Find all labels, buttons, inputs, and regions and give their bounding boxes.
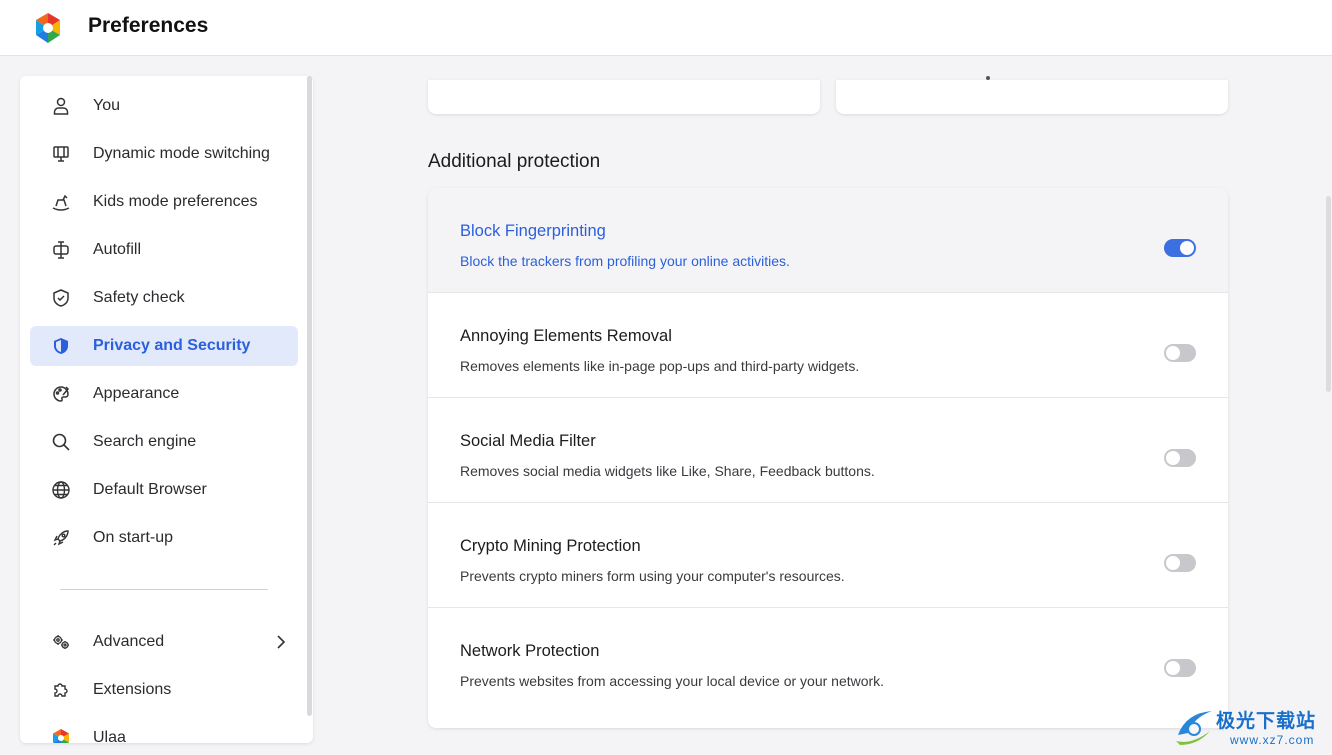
sidebar-item-kids-mode[interactable]: Kids mode preferences (30, 182, 298, 222)
setting-row-annoying-elements[interactable]: Annoying Elements Removal Removes elemen… (428, 293, 1228, 398)
chevron-right-icon (277, 635, 286, 649)
sidebar-item-privacy-security[interactable]: Privacy and Security (30, 326, 298, 366)
section-title: Additional protection (428, 151, 601, 172)
setting-description: Block the trackers from profiling your o… (460, 253, 790, 269)
sidebar-item-label: Autofill (93, 241, 142, 258)
setting-description: Prevents websites from accessing your lo… (460, 673, 885, 689)
sidebar-item-search-engine[interactable]: Search engine (30, 422, 298, 462)
setting-title: Annoying Elements Removal (460, 327, 672, 345)
toggle-knob (1166, 346, 1180, 360)
title-bar: Preferences (0, 0, 1332, 56)
watermark: 极光下载站 www.xz7.com (1172, 703, 1328, 753)
sidebar-item-advanced[interactable]: Advanced (30, 622, 298, 662)
setting-description: Prevents crypto miners form using your c… (460, 568, 845, 584)
setting-row-network-protection[interactable]: Network Protection Prevents websites fro… (428, 608, 1228, 713)
sidebar-item-extensions[interactable]: Extensions (30, 670, 298, 710)
sidebar-item-label: Search engine (93, 433, 197, 450)
sidebar-item-label: Ulaa (93, 729, 126, 743)
toggle-knob (1166, 556, 1180, 570)
page-title: Preferences (88, 14, 209, 37)
app-logo-icon (36, 13, 60, 43)
puzzle-icon (50, 680, 72, 700)
sidebar-item-dynamic-mode[interactable]: Dynamic mode switching (30, 134, 298, 174)
gears-icon (50, 632, 72, 652)
watermark-text: 极光下载站 (1216, 711, 1317, 732)
sidebar-divider (60, 589, 268, 590)
text-fragment (986, 76, 990, 80)
sidebar-item-safety-check[interactable]: Safety check (30, 278, 298, 318)
sidebar-item-label: Default Browser (93, 481, 207, 498)
sidebar-item-appearance[interactable]: Appearance (30, 374, 298, 414)
watermark-logo-icon (1176, 711, 1212, 745)
crypto-mining-toggle[interactable] (1164, 554, 1196, 572)
main-scrollbar[interactable] (1326, 196, 1331, 392)
toggle-knob (1166, 451, 1180, 465)
rocking-horse-icon (50, 192, 72, 212)
sidebar: You Dynamic mode switching Kids mode pre… (20, 76, 313, 743)
setting-title: Crypto Mining Protection (460, 537, 641, 555)
cursor-text-icon (50, 240, 72, 260)
shield-check-icon (50, 288, 72, 308)
sidebar-scrollbar[interactable] (307, 76, 312, 716)
sidebar-item-label: Privacy and Security (93, 337, 251, 354)
sidebar-item-on-startup[interactable]: On start-up (30, 518, 298, 558)
sidebar-item-label: On start-up (93, 529, 174, 546)
sidebar-item-label: Appearance (93, 385, 180, 402)
setting-description: Removes elements like in-page pop-ups an… (460, 358, 860, 374)
shield-icon (50, 336, 72, 356)
network-protection-toggle[interactable] (1164, 659, 1196, 677)
rocket-icon (50, 528, 72, 548)
toggle-knob (1180, 241, 1194, 255)
setting-row-social-media-filter[interactable]: Social Media Filter Removes social media… (428, 398, 1228, 503)
setting-row-block-fingerprinting[interactable]: Block Fingerprinting Block the trackers … (428, 188, 1228, 293)
additional-protection-card: Block Fingerprinting Block the trackers … (428, 188, 1228, 728)
setting-description: Removes social media widgets like Like, … (460, 463, 875, 479)
search-icon (50, 432, 72, 452)
ulaa-logo-icon (50, 728, 72, 743)
sidebar-item-label: Safety check (93, 289, 185, 306)
social-media-filter-toggle[interactable] (1164, 449, 1196, 467)
sidebar-item-label: Kids mode preferences (93, 193, 258, 210)
setting-title: Network Protection (460, 642, 600, 660)
block-fingerprinting-toggle[interactable] (1164, 239, 1196, 257)
sidebar-item-ulaa[interactable]: Ulaa (30, 718, 298, 743)
sidebar-item-default-browser[interactable]: Default Browser (30, 470, 298, 510)
toggle-knob (1166, 661, 1180, 675)
sidebar-item-label: Dynamic mode switching (93, 145, 270, 162)
sidebar-item-autofill[interactable]: Autofill (30, 230, 298, 270)
settings-card[interactable] (836, 76, 1228, 114)
setting-title: Block Fingerprinting (460, 222, 606, 240)
sidebar-item-you[interactable]: You (30, 86, 298, 126)
annoying-elements-toggle[interactable] (1164, 344, 1196, 362)
setting-row-crypto-mining[interactable]: Crypto Mining Protection Prevents crypto… (428, 503, 1228, 608)
person-icon (50, 96, 72, 116)
watermark-url: www.xz7.com (1230, 733, 1315, 747)
sidebar-item-label: Extensions (93, 681, 172, 698)
settings-card[interactable] (428, 80, 820, 114)
monitor-icon (50, 144, 72, 164)
sidebar-item-label: You (93, 97, 120, 114)
palette-icon (50, 384, 72, 404)
sidebar-item-label: Advanced (93, 633, 165, 650)
setting-title: Social Media Filter (460, 432, 596, 450)
globe-icon (50, 480, 72, 500)
